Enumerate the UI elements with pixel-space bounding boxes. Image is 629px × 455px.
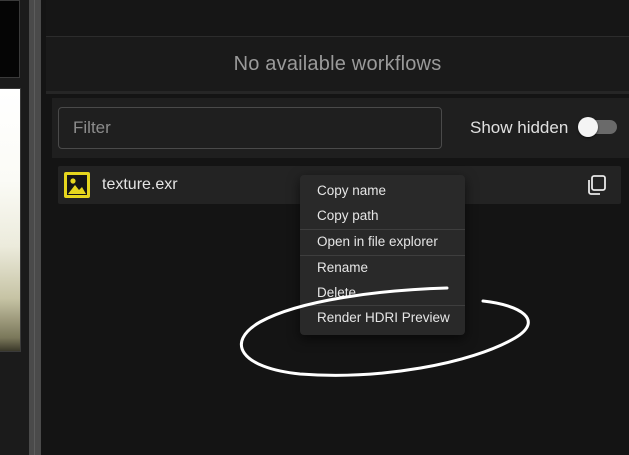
menu-item-delete[interactable]: Delete <box>300 282 465 304</box>
thumbnail-dark[interactable] <box>0 0 20 78</box>
image-icon <box>64 172 90 198</box>
show-hidden-toggle[interactable] <box>578 117 617 137</box>
panel-header <box>46 0 629 37</box>
hdri-preview-thumbnail[interactable] <box>0 88 21 352</box>
toggle-knob <box>578 117 598 137</box>
copy-icon[interactable] <box>585 174 607 196</box>
preview-panel <box>0 0 30 455</box>
context-menu: Copy name Copy path Open in file explore… <box>300 175 465 335</box>
menu-item-rename[interactable]: Rename <box>300 257 465 279</box>
menu-separator <box>300 305 465 306</box>
filter-input[interactable] <box>58 107 442 149</box>
menu-item-copy-name[interactable]: Copy name <box>300 180 465 202</box>
panel-resize-handle[interactable] <box>29 0 41 455</box>
show-hidden-label: Show hidden <box>470 118 569 137</box>
menu-separator <box>300 255 465 256</box>
workflows-section: No available workflows <box>46 37 629 94</box>
file-name: texture.exr <box>102 176 178 193</box>
menu-item-render-hdri-preview[interactable]: Render HDRI Preview <box>300 307 465 329</box>
menu-item-copy-path[interactable]: Copy path <box>300 205 465 227</box>
menu-separator <box>300 229 465 230</box>
filter-toolbar: Show hidden <box>52 98 629 158</box>
menu-item-open-in-file-explorer[interactable]: Open in file explorer <box>300 231 465 253</box>
no-workflows-message: No available workflows <box>233 52 442 75</box>
